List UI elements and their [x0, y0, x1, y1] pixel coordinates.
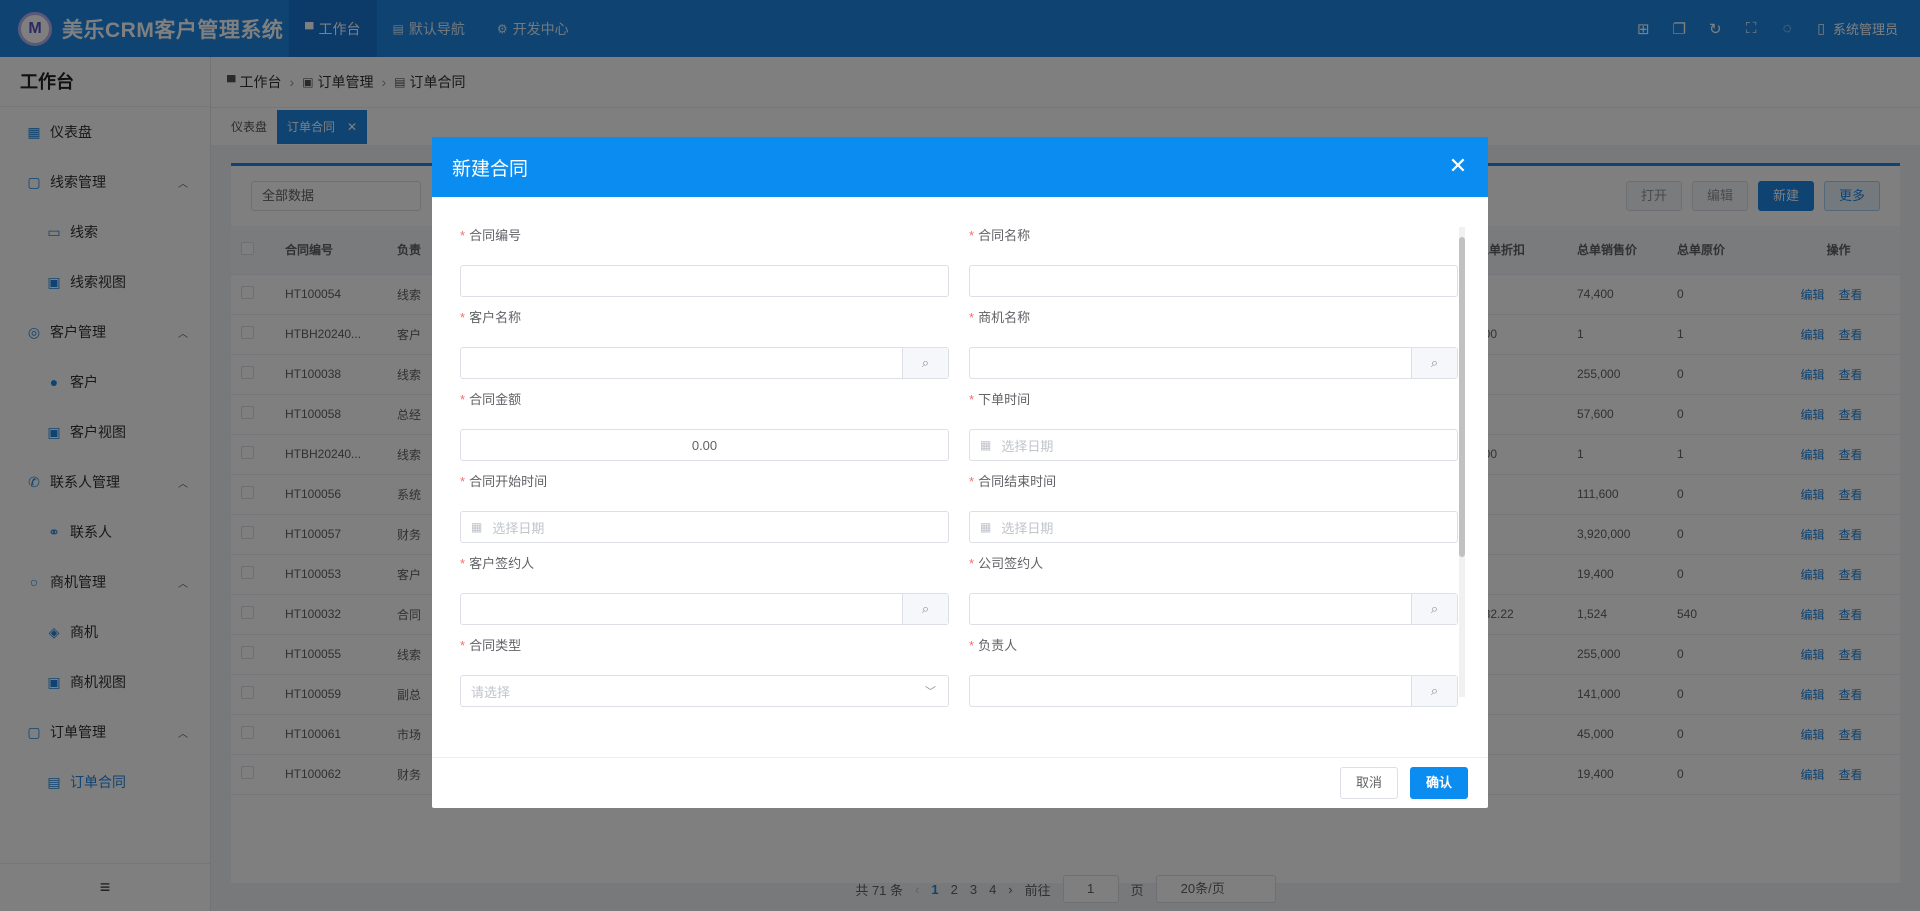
lookup-input[interactable]: ⌕	[460, 347, 949, 379]
search-icon[interactable]: ⌕	[1411, 676, 1457, 706]
date-placeholder: 选择日期	[1001, 520, 1054, 536]
field-label-text: 商机名称	[978, 310, 1031, 325]
required-mark: *	[969, 392, 975, 407]
confirm-button[interactable]: 确认	[1409, 767, 1468, 799]
close-icon[interactable]: ✕	[1446, 155, 1470, 179]
form-field: * 合同结束时间 ▦ 选择日期	[969, 471, 1458, 543]
select-placeholder: 请选择	[471, 684, 511, 700]
type-select[interactable]: 请选择 ﹀	[460, 675, 949, 707]
required-mark: *	[969, 310, 975, 325]
field-label: * 下单时间	[969, 389, 1458, 409]
calendar-icon: ▦	[980, 520, 992, 534]
cancel-button[interactable]: 取消	[1339, 767, 1398, 799]
field-label: * 客户名称	[460, 307, 949, 327]
required-mark: *	[969, 228, 975, 243]
date-picker[interactable]: ▦ 选择日期	[969, 511, 1458, 543]
field-label-text: 合同开始时间	[469, 474, 548, 489]
form-field: * 下单时间 ▦ 选择日期	[969, 389, 1458, 461]
lookup-input[interactable]: ⌕	[969, 593, 1458, 625]
form-field: * 合同类型请选择 ﹀	[460, 635, 949, 707]
required-mark: *	[969, 474, 975, 489]
field-label: * 合同结束时间	[969, 471, 1458, 491]
amount-input[interactable]: 0.00	[460, 429, 949, 461]
dialog-title: 新建合同	[452, 158, 529, 180]
amount-value: 0.00	[691, 437, 718, 453]
search-icon[interactable]: ⌕	[1411, 594, 1457, 624]
date-placeholder: 选择日期	[492, 520, 545, 536]
dialog-header: 新建合同	[432, 137, 1488, 197]
search-icon[interactable]: ⌕	[1411, 348, 1457, 378]
field-label-text: 公司签约人	[978, 556, 1044, 571]
form-field: * 负责人 ⌕	[969, 635, 1458, 707]
contract-form: * 合同编号 * 合同名称 * 客户名称 ⌕ * 商机名称 ⌕ * 合同金额 0.00 * 下单时间 ▦ 选择日…	[460, 225, 1460, 715]
field-label: * 公司签约人	[969, 553, 1458, 573]
form-scrollbar[interactable]	[1459, 227, 1465, 697]
required-mark: *	[969, 638, 975, 653]
form-field: * 客户名称 ⌕	[460, 307, 949, 379]
field-label: * 客户签约人	[460, 553, 949, 573]
field-label: * 合同金额	[460, 389, 949, 409]
field-label-text: 下单时间	[978, 392, 1031, 407]
field-label-text: 合同金额	[469, 392, 522, 407]
text-input[interactable]	[969, 265, 1458, 297]
required-mark: *	[460, 228, 466, 243]
calendar-icon: ▦	[471, 520, 483, 534]
required-mark: *	[969, 556, 975, 571]
field-label: * 合同类型	[460, 635, 949, 655]
required-mark: *	[460, 392, 466, 407]
dialog-footer: 取消 确认	[432, 757, 1488, 808]
field-label-text: 合同编号	[469, 228, 522, 243]
new-contract-dialog: 新建合同 ✕ * 合同编号 * 合同名称 * 客户名称 ⌕ * 商机名称 ⌕ * 合同金额 0.00 * 下…	[432, 137, 1488, 808]
field-label-text: 合同名称	[978, 228, 1031, 243]
form-field: * 合同名称	[969, 225, 1458, 297]
search-icon[interactable]: ⌕	[902, 594, 948, 624]
field-label: * 负责人	[969, 635, 1458, 655]
date-picker[interactable]: ▦ 选择日期	[969, 429, 1458, 461]
required-mark: *	[460, 310, 466, 325]
field-label-text: 客户名称	[469, 310, 522, 325]
field-label: * 合同名称	[969, 225, 1458, 245]
scrollbar-thumb[interactable]	[1459, 237, 1465, 557]
required-mark: *	[460, 556, 466, 571]
form-field: * 客户签约人 ⌕	[460, 553, 949, 625]
field-label-text: 合同类型	[469, 638, 522, 653]
field-label-text: 合同结束时间	[978, 474, 1057, 489]
field-label: * 合同编号	[460, 225, 949, 245]
chevron-down-icon: ﹀	[925, 686, 936, 698]
date-picker[interactable]: ▦ 选择日期	[460, 511, 949, 543]
required-mark: *	[460, 474, 466, 489]
form-field: * 合同金额 0.00	[460, 389, 949, 461]
form-field: * 商机名称 ⌕	[969, 307, 1458, 379]
lookup-input[interactable]: ⌕	[460, 593, 949, 625]
field-label: * 合同开始时间	[460, 471, 949, 491]
field-label-text: 负责人	[978, 638, 1018, 653]
form-field: * 公司签约人 ⌕	[969, 553, 1458, 625]
field-label: * 商机名称	[969, 307, 1458, 327]
form-field: * 合同开始时间 ▦ 选择日期	[460, 471, 949, 543]
search-icon[interactable]: ⌕	[902, 348, 948, 378]
calendar-icon: ▦	[980, 438, 992, 452]
field-label-text: 客户签约人	[469, 556, 535, 571]
form-field: * 合同编号	[460, 225, 949, 297]
text-input[interactable]	[460, 265, 949, 297]
required-mark: *	[460, 638, 466, 653]
lookup-input[interactable]: ⌕	[969, 675, 1458, 707]
date-placeholder: 选择日期	[1001, 438, 1054, 454]
lookup-input[interactable]: ⌕	[969, 347, 1458, 379]
